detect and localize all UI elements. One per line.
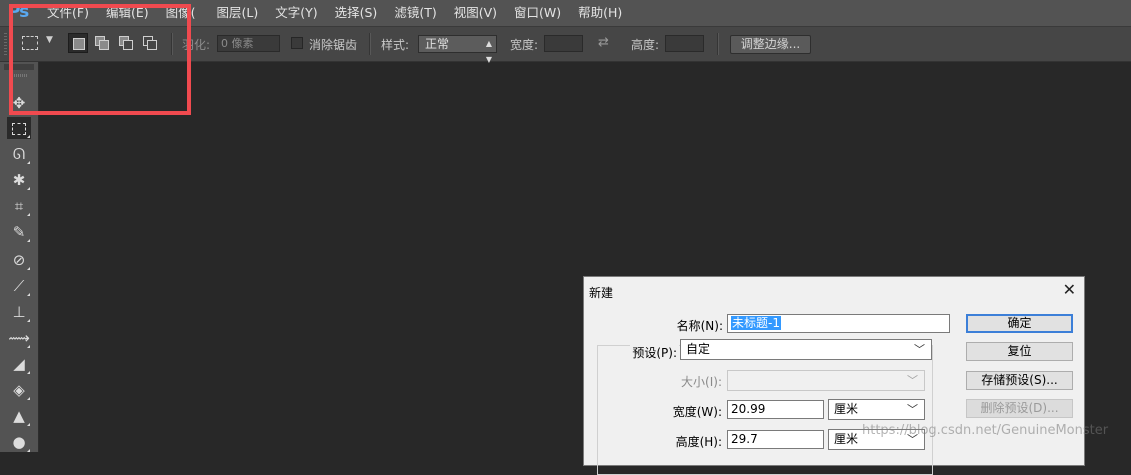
antialias-checkbox[interactable] [291,37,303,49]
menu-image[interactable]: 图像( [166,0,204,26]
width-unit-value: 厘米 [834,402,859,416]
options-bar: ▼ 羽化: 0 像素 消除锯齿 样式: 正常 ▲ ▼ 宽度: ⇄ 高度: 调整边缘… [0,27,1131,64]
tool-preset-marquee-icon[interactable] [22,36,38,50]
size-label: 大小(I): [681,375,722,389]
history-brush-tool-icon[interactable]: ⟿ [7,327,31,349]
menu-file[interactable]: 文件(F) [47,0,97,26]
options-bar-grip[interactable] [4,33,7,55]
new-document-dialog: 新建 ✕ 名称(N): 未标题-1 预设(P): 自定 ﹀ 大小(I): ﹀ 宽… [583,276,1085,475]
close-icon[interactable]: ✕ [1063,280,1076,299]
healing-brush-tool-icon[interactable]: ⊘ [7,249,31,271]
subtract-from-selection-button[interactable] [116,33,136,53]
height-label: 高度: [631,38,660,52]
photoshop-logo-icon: Ps [8,2,29,22]
menu-select[interactable]: 选择(S) [335,0,386,26]
reset-button[interactable]: 复位 [966,342,1073,361]
tool-preset-dropdown-icon[interactable]: ▼ [46,35,53,45]
menu-edit[interactable]: 编辑(E) [106,0,157,26]
name-value: 未标题-1 [731,316,781,330]
menu-type[interactable]: 文字(Y) [275,0,325,26]
refine-edge-button[interactable]: 调整边缘... [730,35,811,54]
height-field[interactable]: 29.7 [727,430,824,449]
intersect-selection-button[interactable] [140,33,160,53]
height-unit-value: 厘米 [834,432,859,446]
feather-label: 羽化: [182,38,211,52]
ok-button[interactable]: 确定 [966,314,1073,333]
eraser-tool-icon[interactable]: ◢ [7,353,31,375]
height-unit-select[interactable]: 厘米 ﹀ [828,429,925,450]
name-label: 名称(N): [676,319,723,333]
add-to-selection-button[interactable] [92,33,112,53]
magic-wand-tool-icon[interactable]: ✱ [7,169,31,191]
save-preset-button[interactable]: 存储预设(S)... [966,371,1073,390]
menu-layer[interactable]: 图层(L) [217,0,267,26]
divider [171,33,173,55]
size-select: ﹀ [727,370,925,391]
delete-preset-button: 删除预设(D)... [966,399,1073,418]
width-label: 宽度: [510,38,539,52]
divider [717,33,719,55]
crop-tool-icon[interactable]: ⌗ [7,195,31,217]
swap-icon[interactable]: ⇄ [598,35,609,50]
chevron-down-icon: ﹀ [914,343,925,356]
clone-stamp-tool-icon[interactable]: ⊥ [7,301,31,323]
width-unit-select[interactable]: 厘米 ﹀ [828,399,925,420]
menu-bar: Ps 文件(F) 编辑(E) 图像( 图层(L) 文字(Y) 选择(S) 滤镜(… [0,0,1131,27]
menu-items: 文件(F) 编辑(E) 图像( 图层(L) 文字(Y) 选择(S) 滤镜(T) … [47,0,639,26]
blur-tool-icon[interactable]: ▲ [7,405,31,427]
preset-select[interactable]: 自定 ﹀ [680,339,932,360]
paint-bucket-tool-icon[interactable]: ◈ [7,379,31,401]
width-field[interactable]: 20.99 [727,400,824,419]
width-label: 宽度(W): [672,405,722,419]
name-field[interactable]: 未标题-1 [727,314,950,333]
divider [369,33,371,55]
antialias-label: 消除锯齿 [309,38,358,52]
menu-filter[interactable]: 滤镜(T) [394,0,444,26]
height-input[interactable] [665,35,704,52]
style-label: 样式: [381,38,410,52]
marquee-tool-icon[interactable] [7,117,31,139]
chevron-down-icon: ﹀ [907,403,918,416]
chevron-down-icon: ﹀ [907,374,918,387]
new-selection-button[interactable] [68,33,88,53]
style-value: 正常 [425,37,450,51]
dodge-tool-icon[interactable]: ● [7,431,31,453]
preset-label: 预设(P): [630,344,679,361]
preset-value: 自定 [686,342,711,356]
menu-help[interactable]: 帮助(H) [578,0,630,26]
height-label: 高度(H): [675,435,722,449]
width-input[interactable] [544,35,583,52]
menu-view[interactable]: 视图(V) [454,0,505,26]
lasso-tool-icon[interactable]: ᘏ [7,143,31,165]
feather-input[interactable]: 0 像素 [217,35,280,52]
dialog-title: 新建 [589,286,614,300]
tools-panel: ✥ ᘏ ✱ ⌗ ✎ ⊘ ⟋ ⊥ ⟿ ◢ ◈ ▲ ● [0,62,39,452]
chevron-down-icon: ﹀ [907,433,918,446]
tools-grip[interactable] [10,74,28,77]
menu-window[interactable]: 窗口(W) [514,0,569,26]
move-tool-icon[interactable]: ✥ [7,92,31,114]
style-select[interactable]: 正常 ▲ ▼ [418,35,497,64]
brush-tool-icon[interactable]: ⟋ [7,275,31,297]
tools-collapse-bar[interactable] [4,64,34,70]
updown-arrows-icon: ▲ ▼ [485,39,492,64]
eyedropper-tool-icon[interactable]: ✎ [7,221,31,243]
